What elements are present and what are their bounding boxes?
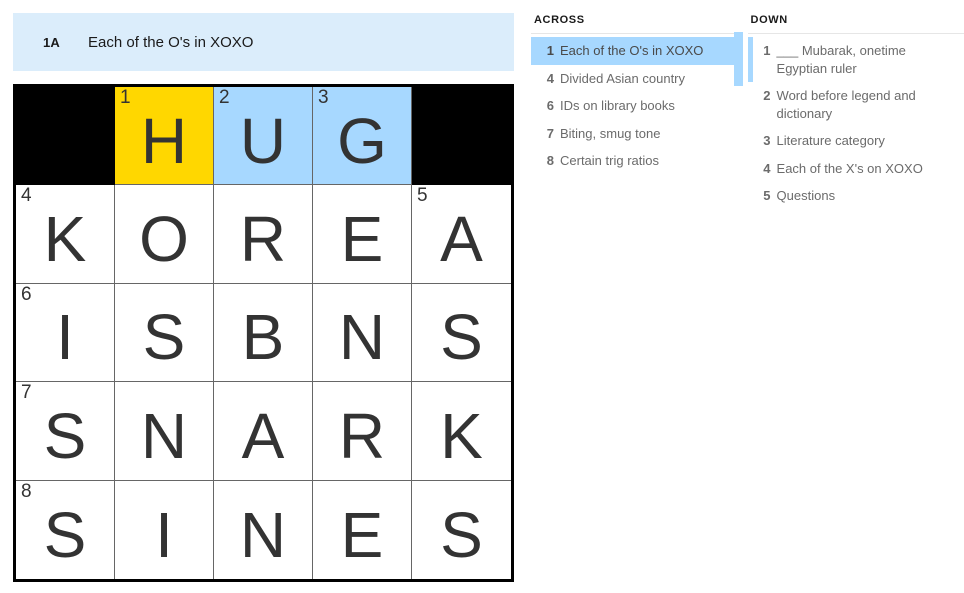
grid-cell[interactable]: N (313, 283, 412, 383)
grid-cell[interactable]: 6I (16, 283, 115, 383)
crossword-grid[interactable]: 1H2U3G4KORE5A6ISBNS7SNARK8SINES (16, 87, 511, 579)
clue-text: Word before legend and dictionary (776, 88, 916, 121)
clue-number: 2 (763, 88, 771, 104)
clue-number: 1 (546, 43, 554, 58)
clue-item[interactable]: 7 Biting, smug tone (531, 120, 743, 148)
crossword-grid-container: 1H2U3G4KORE5A6ISBNS7SNARK8SINES (13, 84, 514, 582)
grid-cell-letter: S (440, 301, 483, 374)
current-clue-bar[interactable]: 1A Each of the O's in XOXO (13, 13, 514, 71)
down-clue-list: 1 ___ Mubarak, onetime Egyptian ruler 2 Wor… (747, 33, 964, 210)
grid-cell[interactable]: B (214, 283, 313, 383)
clue-number: 8 (546, 153, 554, 169)
grid-cell-letter: N (140, 399, 188, 472)
across-clue-column: ACROSS 1 Each of the O's in XOXO 4 Divided … (531, 14, 743, 210)
grid-cell[interactable]: 3G (313, 87, 412, 186)
clue-text: Biting, smug tone (560, 125, 661, 141)
current-clue-text: Each of the O's in XOXO (88, 33, 254, 51)
grid-cell[interactable]: 4K (16, 185, 115, 284)
grid-cell[interactable]: N (214, 480, 313, 579)
grid-cell[interactable]: 2U (214, 87, 313, 186)
grid-cell-letter: A (440, 203, 483, 276)
grid-cell[interactable]: R (214, 185, 313, 284)
clue-text: Questions (776, 188, 836, 204)
grid-cell[interactable]: N (115, 382, 214, 481)
grid-cell-letter: S (440, 498, 483, 571)
clue-text: IDs on library books (560, 98, 675, 114)
grid-cell-letter: E (340, 498, 384, 571)
grid-cell-letter: B (241, 301, 285, 374)
across-clue-list: 1 Each of the O's in XOXO 4 Divided Asian c… (531, 33, 743, 175)
grid-cell-letter: E (340, 203, 384, 276)
clue-item[interactable]: 4 Divided Asian country (531, 65, 743, 93)
grid-cell[interactable]: E (313, 185, 412, 284)
clue-text: Each of the O's in XOXO (560, 43, 704, 58)
down-clue-column: DOWN 1 ___ Mubarak, onetime Egyptian rule… (733, 14, 964, 210)
clue-number: 6 (546, 98, 554, 114)
grid-cell[interactable]: 8S (16, 480, 115, 579)
clue-item[interactable]: 1 ___ Mubarak, onetime Egyptian ruler (747, 37, 964, 83)
clue-item[interactable]: 3 Literature category (748, 127, 964, 155)
grid-cell[interactable]: S (412, 480, 511, 579)
grid-cell-block (412, 87, 511, 186)
grid-cell[interactable]: 5A (412, 185, 511, 284)
down-list-title: DOWN (750, 14, 788, 26)
grid-cell-letter: N (338, 301, 386, 374)
clue-text: Divided Asian country (560, 70, 686, 86)
clue-item[interactable]: 6 IDs on library books (531, 92, 743, 120)
grid-cell-letter: N (239, 498, 287, 571)
grid-cell[interactable]: O (115, 185, 214, 284)
current-clue-number: 1A (43, 34, 61, 50)
puzzle-pane: 1A Each of the O's in XOXO 1H2U3G4KORE5A… (13, 13, 514, 582)
grid-cell-letter: A (241, 399, 285, 472)
clue-number: 4 (546, 70, 554, 86)
clue-number: 7 (546, 125, 554, 141)
clue-text: Certain trig ratios (560, 153, 659, 169)
grid-cell-letter: K (440, 399, 483, 472)
clue-lists: ACROSS 1 Each of the O's in XOXO 4 Divided … (531, 14, 964, 210)
grid-cell-letter: K (43, 203, 87, 276)
grid-cell-letter: I (155, 498, 173, 571)
grid-cell-block (16, 87, 115, 186)
grid-cell-letter: I (56, 301, 74, 374)
grid-cell[interactable]: S (115, 283, 214, 383)
clue-number: 3 (763, 133, 771, 149)
grid-cell-letter: S (43, 498, 87, 571)
clue-text: Literature category (776, 133, 885, 149)
grid-cell[interactable]: R (313, 382, 412, 481)
clue-item[interactable]: 4 Each of the X's on XOXO (748, 155, 964, 183)
clue-item[interactable]: 2 Word before legend and dictionary (748, 82, 964, 127)
clue-number: 1 (763, 43, 771, 58)
grid-cell-letter: S (142, 301, 186, 374)
grid-cell[interactable]: A (214, 382, 313, 481)
crossword-app: 1A Each of the O's in XOXO 1H2U3G4KORE5A… (0, 0, 964, 593)
across-list-title: ACROSS (534, 14, 585, 26)
grid-cell-letter: O (139, 203, 189, 276)
active-clue-rail-icon (733, 32, 743, 86)
grid-cell[interactable]: E (313, 480, 412, 579)
grid-cell-letter: R (338, 399, 386, 472)
grid-cell[interactable]: 7S (16, 382, 115, 481)
grid-cell-letter: H (140, 104, 188, 177)
clue-text: Each of the X's on XOXO (776, 160, 923, 176)
clue-number: 5 (763, 188, 771, 204)
grid-cell[interactable]: 1H (115, 87, 214, 186)
grid-cell[interactable]: I (115, 480, 214, 579)
grid-cell[interactable]: K (412, 382, 511, 481)
clue-item[interactable]: 5 Questions (748, 182, 964, 210)
clue-number: 4 (763, 160, 771, 176)
grid-cell-letter: R (239, 203, 287, 276)
clue-item[interactable]: 8 Certain trig ratios (531, 147, 743, 175)
clue-text: ___ Mubarak, onetime Egyptian ruler (776, 43, 906, 76)
grid-cell-letter: G (337, 104, 387, 177)
grid-cell[interactable]: S (412, 283, 511, 383)
grid-cell-letter: U (239, 104, 287, 177)
grid-cell-letter: S (43, 399, 87, 472)
clue-item[interactable]: 1 Each of the O's in XOXO (531, 37, 743, 65)
